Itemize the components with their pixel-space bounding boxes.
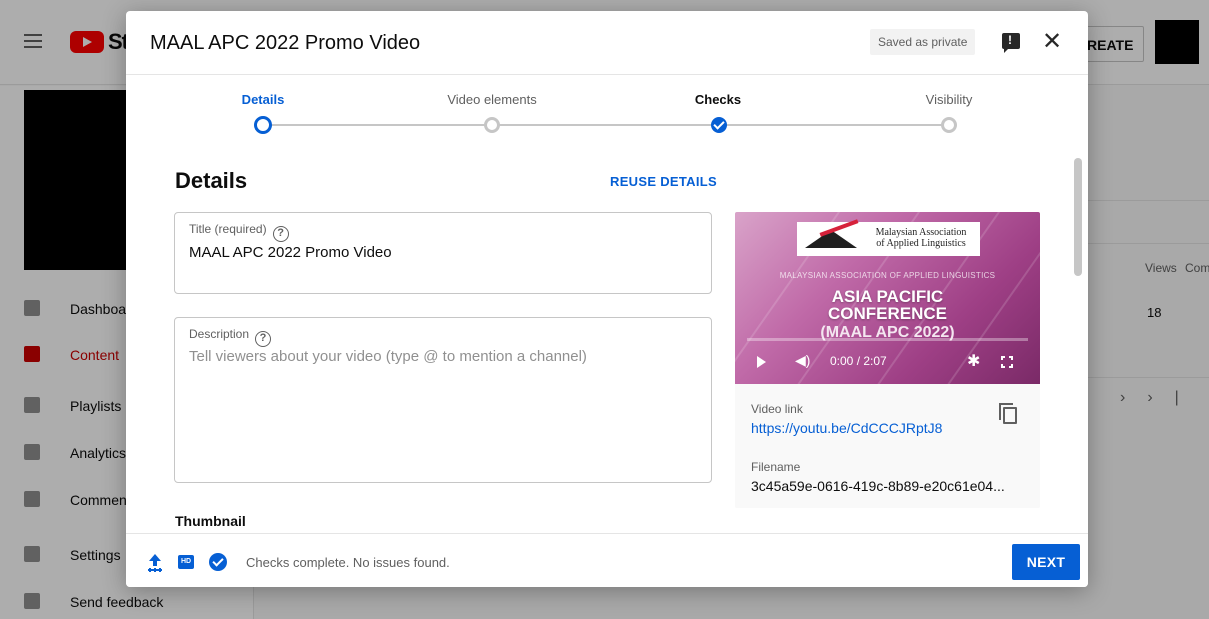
corner	[1001, 356, 1005, 360]
thumbnail-heading: Thumbnail	[175, 513, 246, 529]
dialog-header: MAAL APC 2022 Promo Video Saved as priva…	[126, 11, 1088, 75]
description-field-label: Description?	[189, 327, 272, 347]
help-icon[interactable]: ?	[255, 331, 272, 347]
play-icon[interactable]	[757, 356, 766, 368]
step-visibility-label[interactable]: Visibility	[926, 92, 973, 107]
checks-status-text: Checks complete. No issues found.	[246, 555, 450, 570]
fullscreen-icon[interactable]	[1001, 356, 1013, 368]
corner	[1009, 364, 1013, 368]
title-input[interactable]: MAAL APC 2022 Promo Video	[189, 244, 392, 261]
step-visibility-icon[interactable]	[941, 117, 957, 133]
feedback-icon[interactable]	[1002, 33, 1020, 53]
logo-line: Malaysian Association	[875, 227, 967, 238]
saved-status-badge: Saved as private	[870, 29, 976, 55]
association-line: MALAYSIAN ASSOCIATION OF APPLIED LINGUIS…	[779, 271, 996, 280]
hd-icon[interactable]: HD	[178, 555, 194, 569]
dialog-footer: HD Checks complete. No issues found. NEX…	[126, 533, 1088, 587]
video-time: 0:00 / 2:07	[830, 354, 887, 368]
title-field-label: Title (required)?	[189, 222, 289, 242]
video-link[interactable]: https://youtu.be/CdCCCJRptJ8	[751, 420, 942, 436]
video-player[interactable]: Malaysian Association of Applied Linguis…	[735, 212, 1040, 384]
reuse-details-button[interactable]: REUSE DETAILS	[610, 174, 717, 189]
maal-logo: Malaysian Association of Applied Linguis…	[797, 219, 980, 256]
description-input[interactable]: Tell viewers about your video (type @ to…	[189, 348, 587, 365]
copy-icon[interactable]	[999, 403, 1017, 424]
upload-stepper: Details Video elements Checks Visibility	[126, 75, 1088, 145]
dialog-title: MAAL APC 2022 Promo Video	[150, 32, 421, 54]
next-button[interactable]: NEXT	[1012, 544, 1080, 580]
video-progress-bar[interactable]	[747, 338, 1028, 341]
dialog-scrollbar[interactable]	[1074, 158, 1082, 276]
checks-complete-icon[interactable]	[209, 553, 227, 571]
upload-icon-base	[148, 569, 162, 571]
filename-label: Filename	[751, 460, 801, 474]
video-preview-card: Malaysian Association of Applied Linguis…	[735, 212, 1040, 508]
step-details-label[interactable]: Details	[242, 92, 285, 107]
logo-line: of Applied Linguistics	[876, 238, 966, 249]
description-field[interactable]: Description? Tell viewers about your vid…	[174, 317, 712, 483]
conference-title-line: ASIA PACIFIC	[831, 287, 944, 306]
title-label-text: Title (required)	[189, 222, 267, 236]
gear-icon[interactable]: ✱	[967, 351, 980, 371]
title-field[interactable]: Title (required)? MAAL APC 2022 Promo Vi…	[174, 212, 712, 294]
video-link-label: Video link	[751, 402, 803, 416]
corner	[1001, 364, 1005, 368]
logo-text: Malaysian Association of Applied Linguis…	[865, 227, 977, 249]
help-icon[interactable]: ?	[272, 226, 289, 242]
section-title: Details	[175, 168, 248, 193]
close-icon[interactable]: ✕	[1040, 30, 1064, 55]
description-label-text: Description	[189, 327, 250, 341]
conference-title: ASIA PACIFIC CONFERENCE	[735, 288, 1040, 322]
step-video-elements-label[interactable]: Video elements	[447, 92, 536, 107]
step-checks-label[interactable]: Checks	[695, 92, 741, 107]
conference-title-line: CONFERENCE	[827, 304, 947, 323]
upload-details-dialog: MAAL APC 2022 Promo Video Saved as priva…	[126, 11, 1088, 587]
step-video-elements-icon[interactable]	[484, 117, 500, 133]
corner	[1009, 356, 1013, 360]
upload-icon[interactable]	[148, 554, 162, 570]
volume-icon[interactable]: ◀)	[795, 352, 810, 369]
step-details-current-icon[interactable]	[254, 116, 272, 134]
stepper-track	[726, 124, 946, 126]
step-checks-done-icon[interactable]	[711, 117, 727, 133]
filename-value: 3c45a59e-0616-419c-8b89-e20c61e04...	[751, 478, 1005, 494]
